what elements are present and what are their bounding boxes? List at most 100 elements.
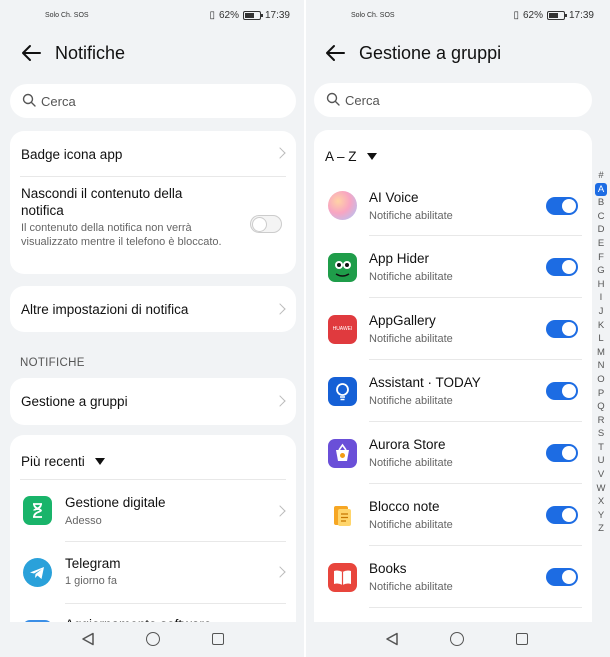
sort-dropdown[interactable]: A – Z	[325, 148, 377, 166]
index-letter[interactable]: W	[595, 482, 607, 496]
telegram-icon	[23, 558, 52, 587]
settings-card: Badge icona app Nascondi il contenuto de…	[10, 131, 296, 274]
list-item[interactable]: Aurora Store Notifiche abilitate	[314, 422, 592, 483]
notification-toggle[interactable]	[546, 382, 578, 400]
books-icon	[328, 563, 357, 592]
app-name: AI Voice	[369, 190, 419, 205]
index-letter[interactable]: G	[595, 264, 607, 278]
index-letter[interactable]: B	[595, 196, 607, 210]
app-name: AppGallery	[369, 313, 436, 328]
app-name: Assistant · TODAY	[369, 375, 481, 390]
section-heading: NOTIFICHE	[20, 357, 85, 369]
index-letter[interactable]: J	[595, 305, 607, 319]
app-status: Notifiche abilitate	[369, 395, 453, 407]
group-management-screen: Solo Ch. SOS ▯ 62% 17:39 Gestione a grup…	[306, 0, 610, 657]
hourglass-icon	[23, 496, 52, 525]
nav-recent-apps-icon[interactable]	[516, 633, 528, 645]
index-letter[interactable]: Y	[595, 509, 607, 523]
aurora-store-icon	[328, 439, 357, 468]
chevron-right-icon	[274, 303, 286, 315]
index-letter[interactable]: R	[595, 414, 607, 428]
screenshot-root: Solo Ch. SOS ▯ 62% 17:39 Notifiche Cerca	[0, 0, 610, 657]
battery-icon	[242, 11, 263, 20]
vibrate-icon: ▯	[513, 10, 519, 21]
index-letter[interactable]: Z	[595, 522, 607, 536]
list-item[interactable]: HUAWEI AppGallery Notifiche abilitate	[314, 298, 592, 359]
notification-toggle[interactable]	[546, 197, 578, 215]
index-letter[interactable]: S	[595, 427, 607, 441]
page-title: Gestione a gruppi	[359, 43, 502, 63]
battery-icon	[546, 11, 567, 20]
index-letter[interactable]: V	[595, 468, 607, 482]
chevron-right-icon	[274, 566, 286, 578]
index-letter[interactable]: K	[595, 319, 607, 333]
list-item[interactable]: App Hider Notifiche abilitate	[314, 236, 592, 297]
index-letter[interactable]: N	[595, 359, 607, 373]
notification-toggle[interactable]	[546, 444, 578, 462]
index-letter[interactable]: E	[595, 237, 607, 251]
search-input[interactable]: Cerca	[10, 84, 296, 118]
nav-recent-apps-icon[interactable]	[212, 633, 224, 645]
index-letter[interactable]: T	[595, 441, 607, 455]
index-letter[interactable]: A	[595, 182, 607, 197]
app-time: Adesso	[65, 515, 102, 527]
chevron-right-icon	[274, 395, 286, 407]
navigation-bar	[0, 622, 304, 657]
index-letter[interactable]: F	[595, 251, 607, 265]
notification-toggle[interactable]	[546, 506, 578, 524]
index-letter[interactable]: U	[595, 454, 607, 468]
index-letter[interactable]: H	[595, 278, 607, 292]
notifications-screen: Solo Ch. SOS ▯ 62% 17:39 Notifiche Cerca	[0, 0, 304, 657]
list-item[interactable]: Telegram 1 giorno fa	[10, 542, 296, 603]
appgallery-icon: HUAWEI	[328, 315, 357, 344]
notification-toggle[interactable]	[546, 568, 578, 586]
app-name: Books	[369, 561, 407, 576]
index-letter[interactable]: #	[595, 169, 607, 183]
app-time: 1 giorno fa	[65, 575, 117, 587]
apps-card: A – Z AI Voice Notifiche abilitate App H…	[314, 130, 592, 640]
dropdown-triangle-icon	[366, 153, 377, 161]
app-name: Telegram	[65, 556, 121, 571]
notification-toggle[interactable]	[546, 258, 578, 276]
navigation-bar	[306, 622, 610, 657]
index-letter[interactable]: C	[595, 210, 607, 224]
search-input[interactable]: Cerca	[314, 83, 592, 117]
hide-content-toggle[interactable]	[250, 215, 282, 233]
back-arrow-icon[interactable]	[20, 42, 42, 64]
clock: 17:39	[264, 10, 290, 21]
app-status: Notifiche abilitate	[369, 333, 453, 345]
more-settings-row[interactable]: Altre impostazioni di notifica	[10, 286, 296, 332]
back-arrow-icon[interactable]	[324, 42, 346, 64]
index-letter[interactable]: M	[595, 346, 607, 360]
dropdown-triangle-icon	[94, 458, 105, 466]
group-management-row[interactable]: Gestione a gruppi	[10, 378, 296, 425]
nav-home-icon[interactable]	[146, 632, 160, 646]
vibrate-icon: ▯	[209, 10, 215, 21]
list-item[interactable]: Blocco note Notifiche abilitate	[314, 484, 592, 545]
badge-row[interactable]: Badge icona app	[10, 131, 296, 176]
alphabet-index[interactable]: # A B C D E F G H I J K L M N O P Q R S T U V W X Y Z	[595, 169, 607, 536]
chevron-right-icon	[274, 505, 286, 517]
nav-back-icon[interactable]	[385, 632, 399, 646]
index-letter[interactable]: L	[595, 332, 607, 346]
index-letter[interactable]: O	[595, 373, 607, 387]
notification-toggle[interactable]	[546, 320, 578, 338]
index-letter[interactable]: X	[595, 495, 607, 509]
index-letter[interactable]: Q	[595, 400, 607, 414]
sort-dropdown[interactable]: Più recenti	[21, 453, 105, 471]
app-status: Notifiche abilitate	[369, 519, 453, 531]
battery-percent: 62%	[218, 10, 239, 21]
sort-label: A – Z	[325, 149, 357, 164]
carrier-label: Solo Ch. SOS	[45, 12, 89, 19]
app-status: Notifiche abilitate	[369, 271, 453, 283]
index-letter[interactable]: I	[595, 291, 607, 305]
index-letter[interactable]: P	[595, 387, 607, 401]
list-item[interactable]: Assistant · TODAY Notifiche abilitate	[314, 360, 592, 421]
list-item[interactable]: AI Voice Notifiche abilitate	[314, 174, 592, 235]
app-name: App Hider	[369, 251, 430, 266]
nav-back-icon[interactable]	[81, 632, 95, 646]
list-item[interactable]: Books Notifiche abilitate	[314, 546, 592, 607]
nav-home-icon[interactable]	[450, 632, 464, 646]
index-letter[interactable]: D	[595, 223, 607, 237]
list-item[interactable]: Gestione digitale Adesso	[10, 480, 296, 541]
